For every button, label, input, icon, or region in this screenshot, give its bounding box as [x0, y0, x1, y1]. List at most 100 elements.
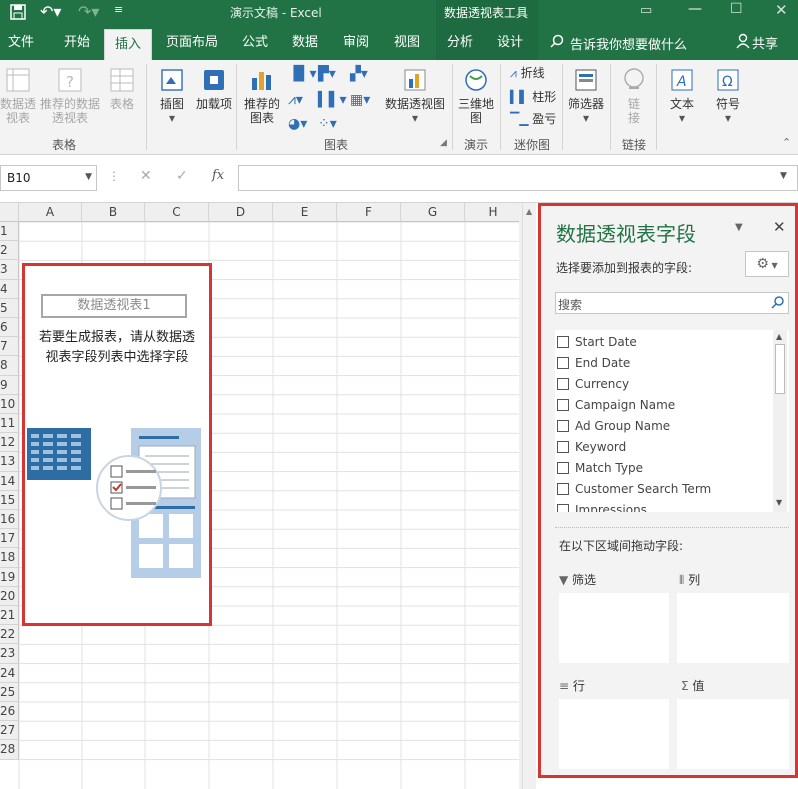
link-button[interactable]: 链接	[616, 66, 652, 125]
field-list-scrollbar[interactable]: ▲ ▼	[773, 330, 787, 512]
row-header[interactable]: 26	[0, 702, 19, 722]
row-header[interactable]: 16	[0, 510, 19, 530]
field-checkbox[interactable]	[557, 336, 569, 348]
symbol-button[interactable]: Ω 符号 ▾	[708, 66, 748, 125]
redo-icon[interactable]: ↷▾	[78, 2, 99, 21]
text-button[interactable]: A 文本 ▾	[662, 66, 702, 125]
save-icon[interactable]	[10, 4, 26, 20]
scroll-up-icon[interactable]: ▲	[526, 207, 532, 216]
addins-button[interactable]: 加载项	[196, 66, 232, 111]
line-chart-icon[interactable]: ⩘▾	[288, 92, 303, 108]
maximize-icon[interactable]: ☐	[730, 1, 743, 17]
scroll-up-icon[interactable]: ▲	[776, 332, 782, 341]
field-checkbox[interactable]	[557, 462, 569, 474]
tab-view[interactable]: 视图	[394, 25, 420, 60]
column-header[interactable]: E	[273, 203, 337, 222]
column-header[interactable]: B	[82, 203, 145, 222]
hierarchy-chart-icon[interactable]: ▛▾	[318, 66, 336, 82]
column-header[interactable]: C	[145, 203, 209, 222]
combo-chart-icon[interactable]: ▦▾	[350, 92, 370, 108]
row-header[interactable]: 19	[0, 567, 19, 587]
tab-data[interactable]: 数据	[292, 25, 318, 60]
row-header[interactable]: 4	[0, 279, 19, 299]
field-checkbox[interactable]	[557, 399, 569, 411]
search-icon[interactable]	[771, 294, 785, 310]
collapse-ribbon-icon[interactable]: ⌃	[782, 136, 791, 149]
share-button[interactable]: 共享	[752, 33, 778, 52]
row-header[interactable]: 3	[0, 260, 19, 280]
row-header[interactable]: 2	[0, 241, 19, 261]
field-checkbox[interactable]	[557, 420, 569, 432]
row-header[interactable]: 21	[0, 606, 19, 626]
tab-home[interactable]: 开始	[64, 25, 90, 60]
field-search-box[interactable]: 搜索	[555, 292, 789, 314]
field-item[interactable]: Currency	[557, 374, 629, 395]
slicer-button[interactable]: 筛选器 ▾	[566, 66, 606, 125]
pie-chart-icon[interactable]: ◕▾	[288, 116, 307, 132]
row-header[interactable]: 27	[0, 721, 19, 741]
column-header[interactable]: H	[465, 203, 522, 222]
column-header[interactable]: D	[209, 203, 273, 222]
insert-function-icon[interactable]: fx	[212, 168, 224, 183]
filter-drop-area[interactable]	[559, 593, 669, 663]
column-header[interactable]: F	[337, 203, 401, 222]
name-box-dropdown-icon[interactable]: ▼	[85, 172, 92, 182]
field-checkbox[interactable]	[557, 504, 569, 512]
field-item[interactable]: Match Type	[557, 458, 643, 479]
tell-me-input[interactable]: 告诉我你想要做什么	[570, 34, 687, 53]
column-header[interactable]: A	[19, 203, 82, 222]
formula-input[interactable]	[238, 165, 798, 191]
scroll-down-icon[interactable]: ▼	[776, 498, 782, 507]
scroll-thumb[interactable]	[775, 344, 785, 394]
sparkline-column-button[interactable]: ▍▌ 柱形	[510, 90, 558, 104]
stat-chart-icon[interactable]: ▍▌▾	[318, 92, 347, 108]
row-header[interactable]: 8	[0, 356, 19, 376]
expand-formula-icon[interactable]: ▼	[780, 171, 787, 181]
tab-page-layout[interactable]: 页面布局	[166, 25, 218, 60]
tab-analyze[interactable]: 分析	[447, 25, 473, 60]
field-layout-button[interactable]: ⚙ ▼	[745, 251, 789, 277]
row-header[interactable]: 6	[0, 318, 19, 338]
field-item[interactable]: Customer Search Term	[557, 479, 711, 500]
worksheet-grid[interactable]: ABCDEFGH 1 2 3 4 5 6 7 8 9 10 11 12 13 14 15 16 17 18 19 20…	[0, 203, 522, 789]
ribbon-display-icon[interactable]: ▭	[640, 3, 652, 18]
cancel-formula-icon[interactable]: ✕	[140, 168, 152, 184]
field-checkbox[interactable]	[557, 357, 569, 369]
field-item[interactable]: Campaign Name	[557, 395, 675, 416]
field-checkbox[interactable]	[557, 483, 569, 495]
row-header[interactable]: 17	[0, 529, 19, 549]
field-item[interactable]: Impressions	[557, 500, 647, 512]
row-header[interactable]: 12	[0, 433, 19, 453]
row-header[interactable]: 25	[0, 682, 19, 702]
tab-review[interactable]: 审阅	[343, 25, 369, 60]
pivot-placeholder[interactable]: 数据透视表1 若要生成报表，请从数据透 视表字段列表中选择字段	[22, 263, 212, 626]
scatter-chart-icon[interactable]: ⁘▾	[318, 116, 337, 132]
sparkline-line-button[interactable]: ⩘ 折线	[510, 66, 558, 80]
row-header[interactable]: 5	[0, 298, 19, 318]
tab-insert[interactable]: 插入	[104, 29, 153, 60]
close-icon[interactable]: ✕	[775, 1, 788, 19]
field-item[interactable]: Start Date	[557, 332, 637, 353]
row-header[interactable]: 11	[0, 414, 19, 434]
row-header[interactable]: 7	[0, 337, 19, 357]
tab-formulas[interactable]: 公式	[242, 25, 268, 60]
row-header[interactable]: 15	[0, 490, 19, 510]
illustrations-button[interactable]: 插图 ▾	[152, 66, 192, 125]
pane-options-dropdown-icon[interactable]: ▼	[735, 222, 743, 233]
pane-close-icon[interactable]: ✕	[773, 218, 786, 236]
recommended-pivot-button[interactable]: ? 推荐的数据透视表	[38, 66, 102, 125]
pivot-chart-button[interactable]: 数据透视图 ▾	[384, 66, 446, 125]
minimize-icon[interactable]: —	[688, 1, 702, 17]
customize-qat-icon[interactable]: ≡	[114, 3, 123, 16]
tab-design[interactable]: 设计	[497, 25, 523, 60]
vertical-scrollbar[interactable]: ▲	[522, 203, 536, 789]
row-header[interactable]: 9	[0, 375, 19, 395]
row-header[interactable]: 10	[0, 394, 19, 414]
rows-drop-area[interactable]	[559, 699, 669, 769]
row-header[interactable]: 18	[0, 548, 19, 568]
column-header[interactable]: G	[401, 203, 465, 222]
row-header[interactable]: 28	[0, 740, 19, 760]
pivot-table-button[interactable]: 数据透视表	[0, 66, 36, 125]
table-button[interactable]: 表格	[104, 66, 140, 111]
charts-dialog-launcher-icon[interactable]: ◢	[440, 138, 447, 148]
